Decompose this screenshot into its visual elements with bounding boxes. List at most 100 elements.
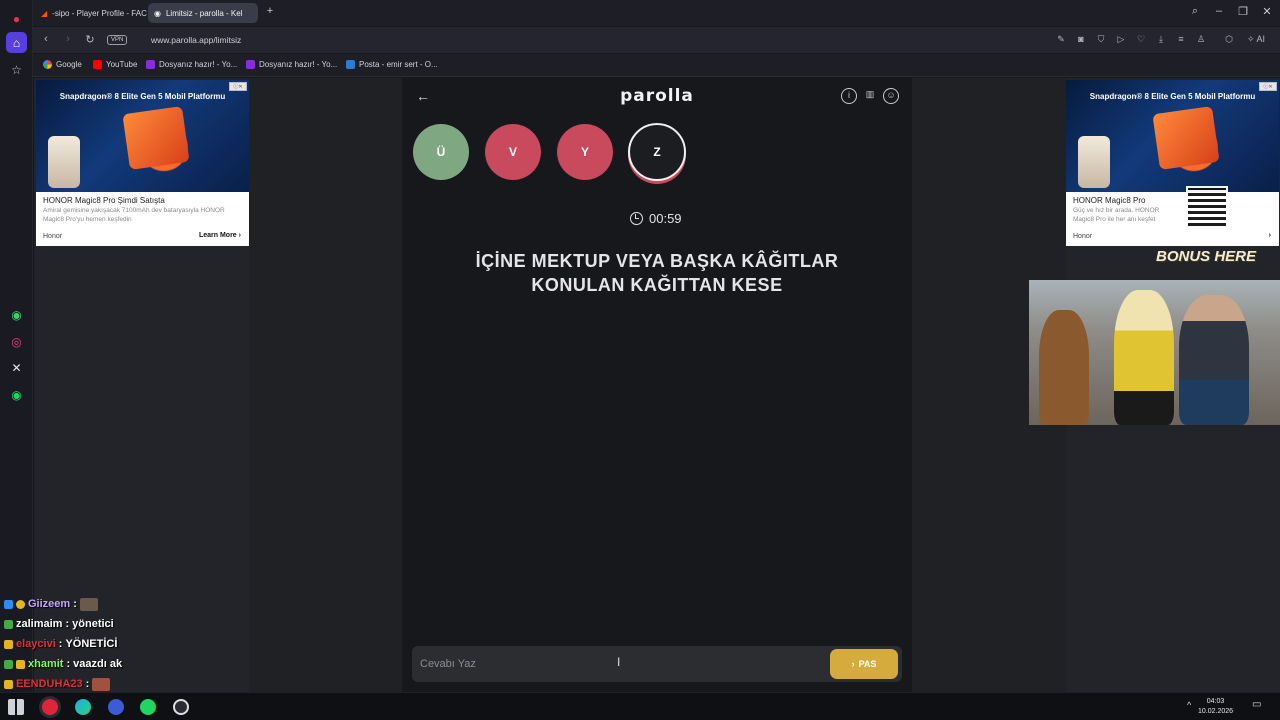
- shield-icon[interactable]: ⛉: [1095, 34, 1107, 45]
- bonus-brand: GGDROP: [1180, 234, 1207, 240]
- left-ad[interactable]: Snapdragon® 8 Elite Gen 5 Mobil Platform…: [36, 80, 249, 246]
- badge-icon: [16, 599, 25, 609]
- ad-headline: Snapdragon® 8 Elite Gen 5 Mobil Platform…: [1089, 92, 1256, 101]
- badge-icon: [4, 619, 13, 629]
- chat-separator: :: [73, 598, 77, 610]
- reload-icon[interactable]: ↻: [83, 33, 97, 46]
- tab-label: Limitsiz - parolla - Kel: [165, 8, 243, 18]
- ad-learn-more-button[interactable]: Learn More ›: [199, 232, 241, 239]
- chat-separator: :: [85, 678, 90, 690]
- info-icon[interactable]: i: [841, 88, 857, 104]
- user-icon[interactable]: ☺: [883, 88, 899, 104]
- restore-icon[interactable]: ❐: [1236, 5, 1250, 18]
- bonus-instant-label: GGDROP INSTANT: [1180, 234, 1234, 240]
- chat-text: yönetici: [72, 618, 114, 630]
- bookmark-dosyaniz-2[interactable]: Dosyanız hazır! - Yo...: [246, 60, 337, 69]
- instagram-icon[interactable]: ◎: [6, 331, 27, 352]
- letter-circle-y: Y: [557, 124, 613, 180]
- ad-choices-icon[interactable]: ⓘ✕: [1259, 82, 1277, 91]
- minimize-icon[interactable]: –: [1212, 5, 1226, 17]
- url-field[interactable]: www.parolla.app/limitsiz: [151, 35, 241, 45]
- google-icon: [43, 60, 52, 69]
- profile-icon[interactable]: ♙: [1195, 34, 1207, 45]
- bookmark-google[interactable]: Google: [43, 60, 82, 69]
- text-cursor-icon: I: [617, 655, 621, 669]
- chevron-right-icon: ›: [851, 659, 855, 669]
- letter-circle-v: V: [485, 124, 541, 180]
- stats-icon[interactable]: ▥: [862, 88, 878, 104]
- clock-date: 10.02.2026: [1198, 708, 1234, 715]
- chat-message: Giizeem :: [0, 594, 200, 614]
- opera-taskbar-icon[interactable]: [42, 699, 58, 715]
- chat-text: YÖNETİCİ: [65, 638, 118, 650]
- search-icon[interactable]: ⌕: [1188, 5, 1202, 18]
- notification-icon[interactable]: ▭: [1252, 699, 1261, 710]
- chat-message: zalimaim : yönetici: [0, 614, 200, 634]
- chevron-right-icon[interactable]: ›: [1269, 232, 1271, 239]
- chat-text: vaazdı ak: [73, 658, 123, 670]
- x-twitter-icon[interactable]: ✕: [6, 357, 27, 378]
- question-line-2: KONULAN KAĞITTAN KESE: [531, 275, 783, 295]
- mail-icon: [346, 60, 355, 69]
- question-text: İÇİNE MEKTUP VEYA BAŞKA KÂĞITLAR KONULAN…: [430, 249, 884, 297]
- forward-icon[interactable]: ›: [61, 33, 75, 45]
- ad-title: HONOR Magic8 Pro: [1073, 196, 1146, 205]
- spotify-taskbar-icon[interactable]: [140, 699, 156, 715]
- youtube-icon: [93, 60, 102, 69]
- answer-bar: I › PAS: [412, 646, 902, 682]
- chat-username: EENDUHA23: [16, 678, 83, 690]
- qr-code-icon: [1186, 186, 1228, 228]
- obs-icon[interactable]: [173, 699, 189, 715]
- phone-image: [1078, 136, 1110, 188]
- ai-button[interactable]: ✧ AI: [1247, 34, 1277, 45]
- letter-circle-z-current: Z: [628, 123, 686, 181]
- back-icon[interactable]: ‹: [39, 33, 53, 45]
- back-arrow-icon[interactable]: ←: [416, 88, 430, 104]
- system-clock[interactable]: 04:03 10.02.2026: [1198, 697, 1233, 717]
- menu-icon[interactable]: ≡: [1175, 34, 1187, 44]
- whatsapp-icon[interactable]: ◉: [6, 304, 27, 325]
- tab-player-profile[interactable]: ◢ -sipo - Player Profile - FAC: [35, 3, 147, 23]
- edit-icon[interactable]: ✎: [1055, 34, 1067, 45]
- spotify-icon[interactable]: ◉: [6, 384, 27, 405]
- windows-start-icon[interactable]: [8, 699, 24, 715]
- letter-label: V: [508, 145, 517, 159]
- ad-brand: Honor: [1073, 233, 1093, 240]
- chat-message: elaycivi : YÖNETİCİ: [0, 634, 200, 654]
- clock-time: 04:03: [1206, 698, 1225, 705]
- bookmark-posta[interactable]: Posta - emir sert - O...: [346, 60, 438, 69]
- tab-bar: ◢ -sipo - Player Profile - FAC ◉ Limitsi…: [33, 0, 1280, 26]
- site-logo[interactable]: parolla: [560, 86, 754, 106]
- chat-username: Giizeem: [28, 598, 71, 610]
- play-icon[interactable]: ▷: [1115, 34, 1127, 45]
- opera-logo-icon[interactable]: ●: [6, 8, 27, 29]
- chat-username: xhamit: [28, 658, 64, 670]
- chat-message: xhamit : vaazdı ak: [0, 654, 200, 674]
- pass-button[interactable]: › PAS: [830, 649, 898, 679]
- star-icon[interactable]: ☆: [6, 59, 27, 80]
- ad-brand: Honor: [43, 233, 63, 240]
- emote-image: [92, 677, 111, 691]
- chat-app-icon[interactable]: [108, 699, 124, 715]
- chat-username: zalimaim: [16, 618, 63, 630]
- tab-parolla[interactable]: ◉ Limitsiz - parolla - Kel: [148, 3, 258, 23]
- vpn-badge[interactable]: VPN: [107, 35, 128, 45]
- edge-icon[interactable]: [75, 699, 91, 715]
- bookmark-youtube[interactable]: YouTube: [93, 60, 137, 69]
- home-icon[interactable]: ⌂: [6, 32, 27, 53]
- bookmark-label: Posta - emir sert - O...: [359, 60, 438, 69]
- ad-choices-icon[interactable]: ⓘ✕: [229, 82, 247, 91]
- person-2-image: [1114, 290, 1174, 425]
- tray-chevron-icon[interactable]: ^: [1187, 700, 1191, 710]
- ai-icon: ✧: [1247, 34, 1255, 44]
- bookmark-icon: [246, 60, 255, 69]
- bookmark-dosyaniz-1[interactable]: Dosyanız hazır! - Yo...: [146, 60, 237, 69]
- new-tab-icon[interactable]: +: [263, 5, 277, 17]
- close-icon[interactable]: ✕: [1260, 5, 1274, 18]
- countdown-timer: 00:59: [630, 211, 682, 226]
- extensions-icon[interactable]: ⬡: [1223, 34, 1235, 45]
- download-icon[interactable]: ⤓: [1155, 34, 1167, 45]
- chat-separator: :: [66, 658, 71, 670]
- heart-icon[interactable]: ♡: [1135, 34, 1147, 45]
- camera-icon[interactable]: ◙: [1075, 34, 1087, 44]
